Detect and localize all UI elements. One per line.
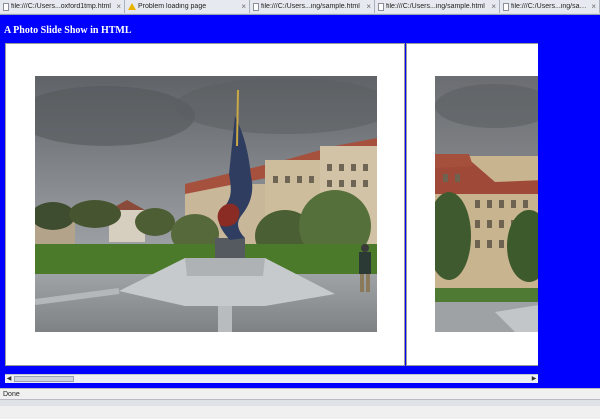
- page-content: A Photo Slide Show in HTML ◀ ▶: [0, 15, 600, 389]
- tab-label: file:///C:/Users...ing/sample.html: [511, 3, 589, 10]
- tab-5[interactable]: file:///C:/Users...ing/sample.html ×: [500, 0, 600, 13]
- close-icon[interactable]: ×: [588, 2, 596, 11]
- tab-label: file:///C:/Users...ing/sample.html: [386, 3, 485, 10]
- status-text: Done: [3, 391, 20, 398]
- close-icon[interactable]: ×: [363, 2, 371, 11]
- tab-label: file:///C:/Users...oxford1tmp.html: [11, 3, 111, 10]
- tab-label: file:///C:/Users...ing/sample.html: [261, 3, 360, 10]
- slide-strip: [5, 43, 538, 366]
- tab-2[interactable]: Problem loading page ×: [125, 0, 250, 13]
- tab-label: Problem loading page: [138, 3, 207, 10]
- horizontal-scrollbar[interactable]: ◀ ▶: [5, 374, 538, 383]
- close-icon[interactable]: ×: [113, 2, 121, 11]
- tab-3[interactable]: file:///C:/Users...ing/sample.html ×: [250, 0, 375, 13]
- scroll-left-icon[interactable]: ◀: [5, 375, 13, 383]
- scrollbar-thumb[interactable]: [14, 376, 74, 382]
- tab-1[interactable]: file:///C:/Users...oxford1tmp.html ×: [0, 0, 125, 13]
- slide-photo-1: [35, 76, 377, 332]
- close-icon[interactable]: ×: [488, 2, 496, 11]
- slide-photo-2: [435, 76, 538, 332]
- warning-icon: [128, 3, 136, 10]
- tab-strip: file:///C:/Users...oxford1tmp.html × Pro…: [0, 0, 600, 15]
- slide-frame-1: [5, 43, 405, 366]
- taskbar-strip: [0, 399, 600, 406]
- tab-4[interactable]: file:///C:/Users...ing/sample.html ×: [375, 0, 500, 13]
- close-icon[interactable]: ×: [238, 2, 246, 11]
- page-title: A Photo Slide Show in HTML: [4, 25, 132, 36]
- slide-frame-2: [406, 43, 538, 366]
- scroll-right-icon[interactable]: ▶: [530, 375, 538, 383]
